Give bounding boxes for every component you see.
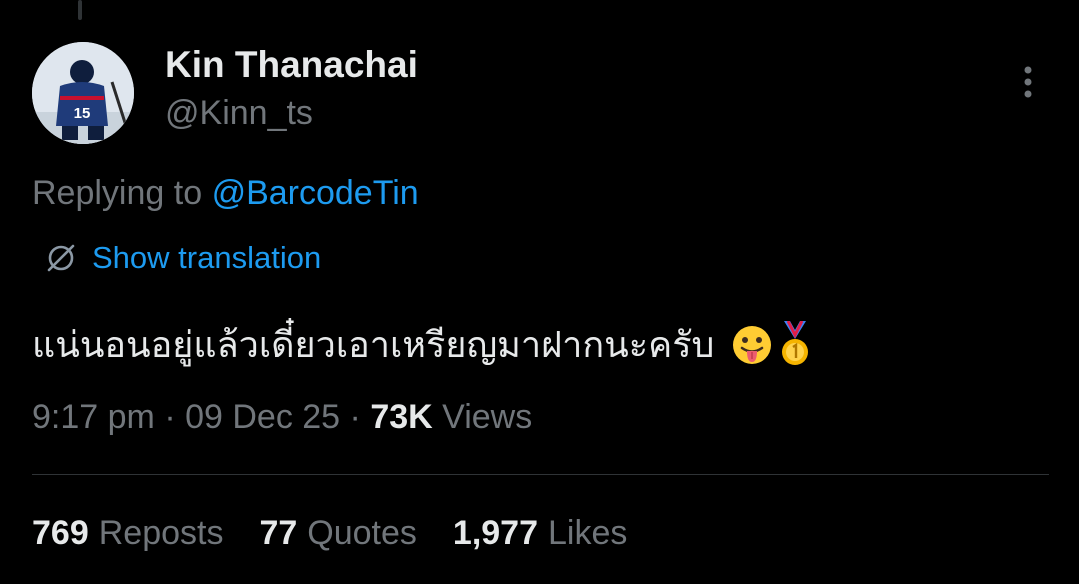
likes-label: Likes [548, 514, 628, 552]
tweet-meta: 9:17 pm · 09 Dec 25 · 73K Views [32, 398, 532, 437]
avatar-photo-icon: 15 [32, 42, 134, 144]
more-vertical-icon [1024, 66, 1032, 98]
tweet-time[interactable]: 9:17 pm [32, 398, 155, 436]
quotes-label: Quotes [307, 514, 417, 552]
more-options-button[interactable] [1010, 60, 1046, 104]
tweet-date[interactable]: 09 Dec 25 [185, 398, 340, 436]
tongue-out-face-emoji [733, 325, 772, 364]
tweet-text: แน่นอนอยู่แล้วเดี๋ยวเอาเหรียญมาฝากนะครับ [32, 325, 715, 366]
likes-count: 1,977 [452, 514, 539, 552]
reply-mention-link[interactable]: @BarcodeTin [212, 174, 419, 212]
replying-to: Replying to @BarcodeTin [32, 174, 419, 213]
views-label: Views [442, 398, 533, 436]
meta-separator: · [349, 398, 361, 436]
avatar[interactable]: 15 [32, 42, 134, 144]
author-display-name[interactable]: Kin Thanachai [165, 44, 418, 86]
quotes-stat[interactable]: 77 Quotes [259, 514, 416, 553]
views-count: 73K [370, 398, 433, 436]
engagement-stats: 769 Reposts 77 Quotes 1,977 Likes [32, 514, 627, 553]
translate-globe-icon [47, 244, 75, 272]
replying-to-label: Replying to [32, 174, 203, 212]
gold-medal-emoji [782, 320, 809, 365]
show-translation-button[interactable]: Show translation [44, 240, 321, 276]
thread-connector-line [78, 0, 82, 20]
reposts-stat[interactable]: 769 Reposts [32, 514, 223, 553]
reposts-count: 769 [32, 514, 89, 552]
quotes-count: 77 [259, 514, 298, 552]
likes-stat[interactable]: 1,977 Likes [453, 514, 627, 553]
author-handle[interactable]: @Kinn_ts [165, 94, 313, 133]
divider [32, 474, 1049, 475]
avatar-jersey-number: 15 [74, 105, 91, 122]
reposts-label: Reposts [98, 514, 224, 552]
tweet-emojis [730, 320, 812, 369]
meta-separator: · [164, 398, 176, 436]
tweet-body: แน่นอนอยู่แล้วเดี๋ยวเอาเหรียญมาฝากนะครับ [32, 316, 812, 373]
show-translation-label: Show translation [92, 240, 322, 275]
